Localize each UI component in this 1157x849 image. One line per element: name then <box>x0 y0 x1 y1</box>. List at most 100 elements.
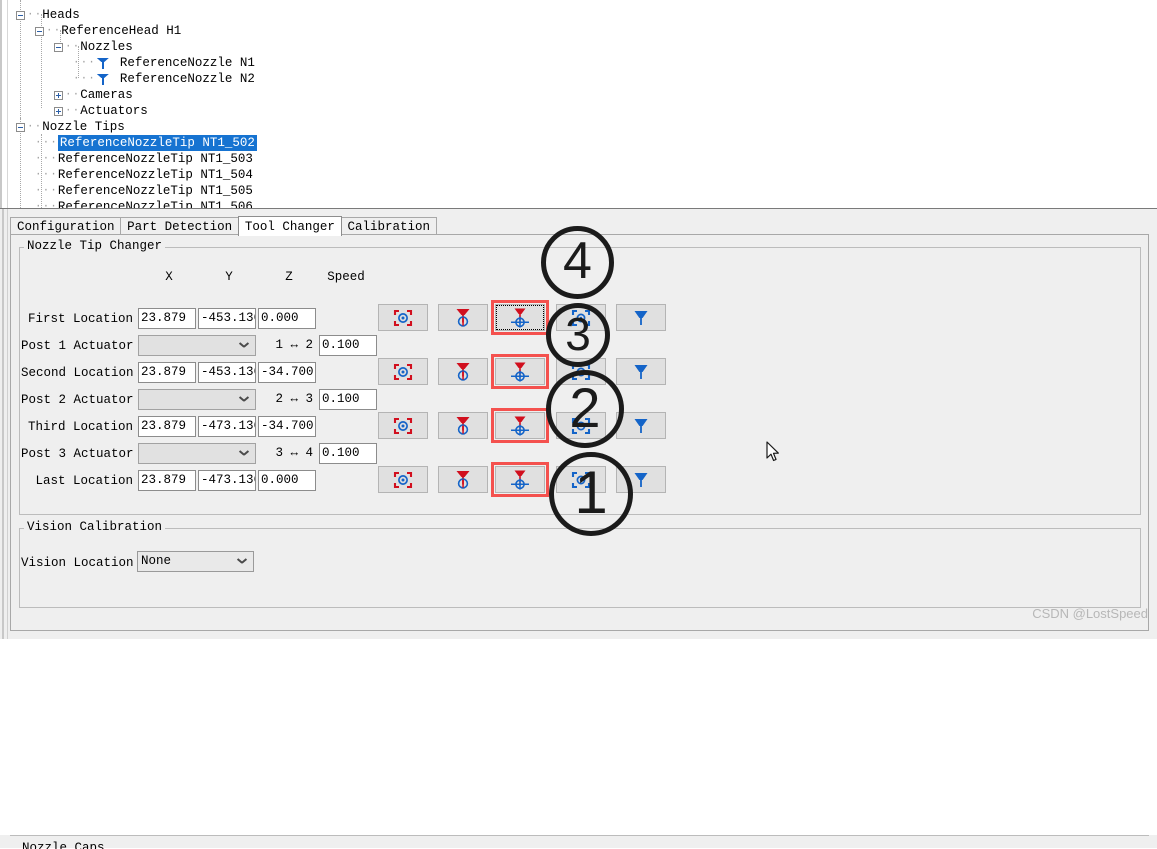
actuator-select[interactable] <box>138 335 256 356</box>
location-x-field[interactable]: 23.879 <box>138 362 196 383</box>
location-z-field[interactable]: -34.700 <box>258 416 316 437</box>
red-capture-crosshair-icon <box>393 471 413 489</box>
tree-collapse-icon[interactable] <box>35 26 44 36</box>
chevron-down-icon <box>240 450 248 458</box>
move-nozzle-button[interactable] <box>616 304 666 331</box>
tree-node-label: Actuators <box>80 104 148 118</box>
nozzle-icon <box>96 72 110 86</box>
tab-tool-changer[interactable]: Tool Changer <box>237 216 342 236</box>
tree-guide-dots: ·· <box>27 121 43 133</box>
red-capture-crosshair-icon <box>393 309 413 327</box>
capture-camera-position-button[interactable] <box>378 304 428 331</box>
tree-collapse-icon[interactable] <box>16 122 25 132</box>
location-z-field[interactable]: 0.000 <box>258 470 316 491</box>
red-highlight-box <box>491 408 549 443</box>
location-row-label: Last Location <box>35 474 133 488</box>
tree-node[interactable]: ··· ReferenceNozzle N2 <box>73 71 255 87</box>
tab-calibration[interactable]: Calibration <box>340 217 437 235</box>
vision-calibration-group-title: Vision Calibration <box>24 520 166 534</box>
location-y-field[interactable]: -453.136 <box>198 308 256 329</box>
capture-nozzle-position-button[interactable] <box>438 304 488 331</box>
bottom-strip <box>0 835 1157 848</box>
column-header-y: Y <box>225 270 233 284</box>
tree-guide-dots: ··· <box>35 153 58 165</box>
tree-guide-dots: ··· <box>35 185 58 197</box>
tree-node-label: ReferenceNozzle N1 <box>119 56 255 70</box>
transition-label: 2 ↔ 3 <box>275 392 313 406</box>
tab-part-detection[interactable]: Part Detection <box>120 217 240 235</box>
tree-guide-dots: ·· <box>65 105 81 117</box>
red-capture-crosshair-icon <box>393 417 413 435</box>
location-x-field[interactable]: 23.879 <box>138 416 196 437</box>
tree-guide-dots: ·· <box>27 9 43 21</box>
actuator-select[interactable] <box>138 443 256 464</box>
tree-node[interactable]: ··· ReferenceNozzle N1 <box>73 55 255 71</box>
location-row-label: First Location <box>27 312 133 326</box>
tree-node[interactable]: ···ReferenceNozzleTip NT1_504 <box>35 167 253 183</box>
tree-node-label: Heads <box>42 8 80 22</box>
focus-rectangle <box>496 305 544 330</box>
tree-node[interactable]: ··· ReferenceNozzleTip NT1_502 <box>35 135 257 151</box>
red-highlight-box <box>491 354 549 389</box>
capture-camera-position-button[interactable] <box>378 466 428 493</box>
chevron-down-icon <box>240 396 248 404</box>
vision-location-select[interactable]: None <box>137 551 254 572</box>
configuration-tree-panel[interactable]: ··Heads ··ReferenceHead H1 ··Nozzles ··· Ref… <box>0 0 1157 208</box>
mouse-cursor <box>766 441 779 462</box>
tree-node[interactable]: ···ReferenceNozzleTip NT1_505 <box>35 183 253 199</box>
tab-configuration[interactable]: Configuration <box>10 217 122 235</box>
location-x-field[interactable]: 23.879 <box>138 470 196 491</box>
vision-location-label: Vision Location <box>21 556 134 570</box>
nozzle-tip-changer-group-title: Nozzle Tip Changer <box>24 239 166 253</box>
speed-field[interactable]: 0.100 <box>319 389 377 410</box>
capture-camera-position-button[interactable] <box>378 358 428 385</box>
move-nozzle-button[interactable] <box>616 358 666 385</box>
red-highlight-box <box>491 462 549 497</box>
tree-node-label: ReferenceNozzleTip NT1_503 <box>57 152 253 166</box>
tree-node-label: ReferenceNozzle N2 <box>119 72 255 86</box>
blue-nozzle-icon <box>632 363 650 381</box>
tree-expand-icon[interactable] <box>54 90 63 100</box>
tree-guide-dots: ·· <box>65 89 81 101</box>
tree-collapse-icon[interactable] <box>16 10 25 20</box>
location-y-field[interactable]: -453.136 <box>198 362 256 383</box>
tree-guide-dots: ·· <box>46 25 62 37</box>
tree-node[interactable]: ··Nozzles <box>54 39 133 55</box>
speed-field[interactable]: 0.100 <box>319 335 377 356</box>
tree-node[interactable]: ··Cameras <box>54 87 133 103</box>
location-x-field[interactable]: 23.879 <box>138 308 196 329</box>
tree-node[interactable]: ···ReferenceNozzleTip NT1_503 <box>35 151 253 167</box>
location-z-field[interactable]: -34.700 <box>258 362 316 383</box>
red-nozzle-capture-icon <box>454 470 472 490</box>
capture-nozzle-position-button[interactable] <box>438 412 488 439</box>
location-y-field[interactable]: -473.136 <box>198 416 256 437</box>
chevron-down-icon <box>240 342 248 350</box>
capture-nozzle-position-button[interactable] <box>438 466 488 493</box>
tree-guide-dots: ··· <box>35 201 58 208</box>
capture-nozzle-position-button[interactable] <box>438 358 488 385</box>
cut-off-group-title: Nozzle Caps <box>22 841 105 849</box>
tree-guide-dots: ··· <box>35 169 58 181</box>
tree-collapse-icon[interactable] <box>54 42 63 52</box>
tree-guide-dots: ··· <box>73 73 96 85</box>
tree-node[interactable]: ··Heads <box>16 7 80 23</box>
move-nozzle-button[interactable] <box>616 412 666 439</box>
location-z-field[interactable]: 0.000 <box>258 308 316 329</box>
speed-field[interactable]: 0.100 <box>319 443 377 464</box>
actuator-row-label: Post 2 Actuator <box>21 393 134 407</box>
annotation-circle-4: 4 <box>541 226 614 299</box>
capture-camera-position-button[interactable] <box>378 412 428 439</box>
red-nozzle-capture-icon <box>454 362 472 382</box>
transition-label: 3 ↔ 4 <box>275 446 313 460</box>
tree-node[interactable]: ··ReferenceHead H1 <box>35 23 181 39</box>
location-y-field[interactable]: -473.136 <box>198 470 256 491</box>
actuator-select[interactable] <box>138 389 256 410</box>
tree-node[interactable]: ··Actuators <box>54 103 148 119</box>
location-row-label: Third Location <box>27 420 133 434</box>
annotation-circle-1: 1 <box>549 452 633 536</box>
tree-expand-icon[interactable] <box>54 106 63 116</box>
tree-node-label: ReferenceNozzleTip NT1_502 <box>57 135 257 151</box>
tree-guide-dots: ··· <box>35 137 58 149</box>
tree-node[interactable]: ··Nozzle Tips <box>16 119 125 135</box>
tree-node[interactable]: ···ReferenceNozzleTip NT1_506 <box>35 199 253 208</box>
